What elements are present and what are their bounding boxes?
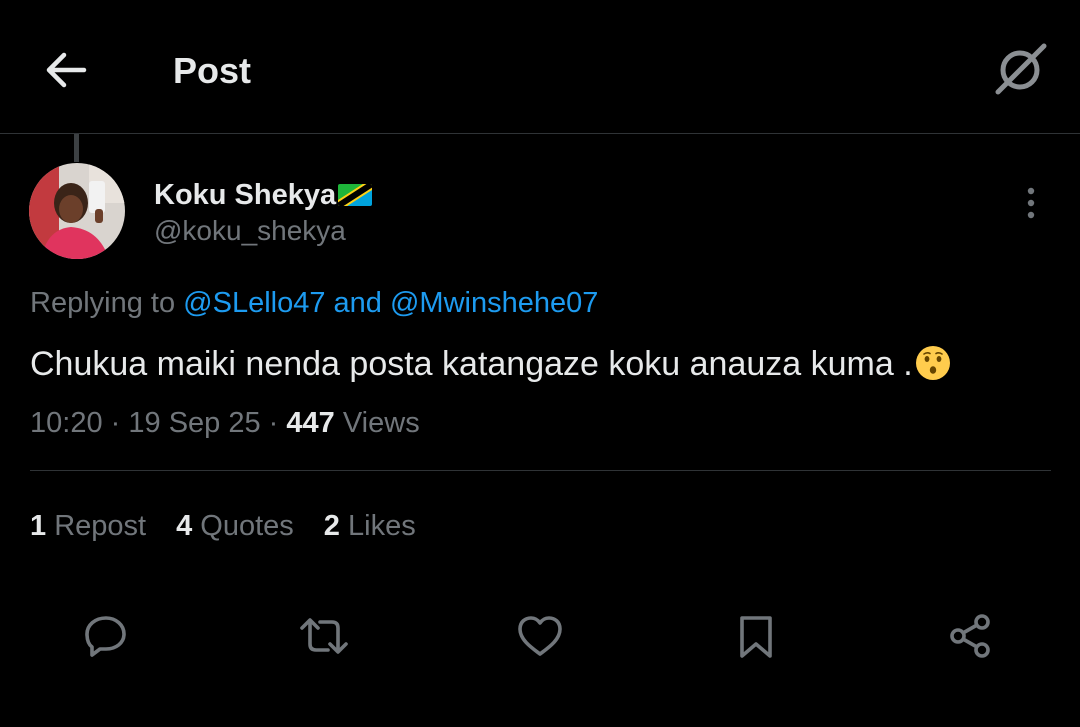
reply-button[interactable]	[80, 610, 132, 662]
arrow-left-icon	[44, 50, 88, 90]
avatar[interactable]	[29, 163, 125, 259]
author-name-text: Koku Shekya	[154, 179, 337, 211]
meta-separator: ·	[268, 407, 279, 439]
mention-link-slello47[interactable]: @SLello47	[183, 287, 325, 319]
thread-connector-line	[74, 134, 79, 162]
back-button[interactable]	[40, 46, 92, 94]
bookmark-icon	[736, 612, 776, 660]
post-text: Chukua maiki nenda posta katangaze koku …	[30, 343, 951, 385]
grok-button[interactable]	[990, 38, 1052, 100]
divider	[30, 470, 1051, 471]
post-text-content: Chukua maiki nenda posta katangaze koku …	[30, 345, 913, 383]
page-title: Post	[173, 50, 252, 91]
repost-button[interactable]	[298, 610, 350, 662]
quotes-stat[interactable]: 4 Quotes	[176, 508, 294, 544]
quotes-count: 4	[176, 510, 193, 542]
like-icon	[516, 614, 564, 658]
quotes-label: Quotes	[200, 510, 294, 542]
reposts-count: 1	[30, 510, 47, 542]
grok-icon	[992, 40, 1050, 98]
engagement-stats: 1 Repost 4 Quotes 2 Likes	[30, 508, 446, 544]
post-time: 10:20	[30, 407, 103, 439]
share-icon	[946, 612, 994, 660]
views-label: Views	[342, 407, 420, 439]
kissing-face-emoji	[915, 345, 951, 381]
meta-separator: ·	[110, 407, 121, 439]
reposts-stat[interactable]: 1 Repost	[30, 508, 146, 544]
replying-and-link[interactable]: and	[334, 287, 382, 319]
like-button[interactable]	[514, 610, 566, 662]
more-options-button[interactable]	[1010, 180, 1052, 226]
repost-icon	[298, 612, 350, 660]
more-vertical-icon	[1026, 186, 1036, 220]
replying-prefix: Replying to	[30, 287, 176, 319]
likes-stat[interactable]: 2 Likes	[324, 508, 416, 544]
replying-to-line: Replying to @SLello47 and @Mwinshehe07	[30, 285, 598, 321]
post-meta: 10:20 · 19 Sep 25 · 447 Views	[30, 405, 420, 441]
author-handle[interactable]: @koku_shekya	[154, 214, 346, 248]
post-date: 19 Sep 25	[128, 407, 261, 439]
mention-link-mwinshehe07[interactable]: @Mwinshehe07	[390, 287, 598, 319]
top-bar: Post	[0, 0, 1080, 134]
bookmark-button[interactable]	[730, 610, 782, 662]
tanzania-flag-icon	[338, 184, 373, 206]
likes-count: 2	[323, 510, 340, 542]
views-count: 447	[286, 407, 335, 439]
reposts-label: Repost	[54, 510, 147, 542]
share-button[interactable]	[944, 610, 996, 662]
author-display-name[interactable]: Koku Shekya	[154, 178, 373, 212]
reply-icon	[82, 612, 130, 660]
likes-label: Likes	[348, 510, 416, 542]
